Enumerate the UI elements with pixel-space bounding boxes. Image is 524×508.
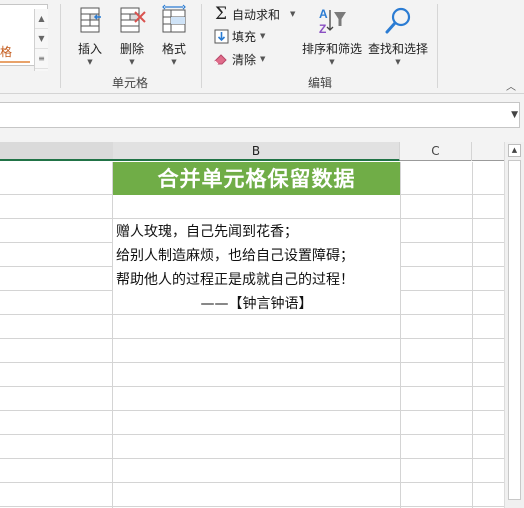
vertical-scrollbar[interactable]: ▲ <box>504 142 524 508</box>
sort-filter-button[interactable]: A Z 排序和筛选 ▼ <box>300 4 364 67</box>
grid-line <box>400 290 504 291</box>
formula-bar-area: ▼ <box>0 94 524 142</box>
group-separator <box>60 4 61 88</box>
gallery-scroll: ▲ ▼ ≡ <box>34 9 48 71</box>
insert-button[interactable]: 插入 ▼ <box>70 4 110 67</box>
expand-formula-bar-icon[interactable]: ▼ <box>511 110 518 120</box>
insert-label: 插入 <box>77 42 102 56</box>
grid-line <box>0 386 504 387</box>
cells-group-label: 单元格 <box>111 76 148 90</box>
grid-line <box>0 458 504 459</box>
grid-line <box>0 362 504 363</box>
grid-line <box>0 338 504 339</box>
column-header-c[interactable]: C <box>400 142 472 161</box>
autosum-button[interactable]: Σ 自动求和 ▼ <box>212 4 295 24</box>
group-separator <box>201 4 202 88</box>
sort-filter-icon: A Z <box>319 7 346 36</box>
column-header-a[interactable] <box>0 142 113 161</box>
svg-text:A: A <box>319 7 328 21</box>
title-cell[interactable]: 合并单元格保留数据 <box>113 162 400 195</box>
column-header-b[interactable]: B <box>113 142 400 161</box>
fill-label: 填充 <box>232 29 257 44</box>
fill-down-icon <box>212 29 230 44</box>
cells-area[interactable]: 合并单元格保留数据 赠人玫瑰，自己先闻到花香； 给别人制造麻烦，也给自己设置障碍… <box>0 162 504 508</box>
column-header-d[interactable] <box>472 142 504 161</box>
scrollbar-thumb[interactable] <box>508 160 521 500</box>
delete-label: 删除 <box>119 42 144 56</box>
sort-filter-label: 排序和筛选 <box>301 42 362 56</box>
chevron-down-icon: ▼ <box>260 32 266 40</box>
grid-line <box>0 506 504 507</box>
autosum-label: 自动求和 <box>232 7 281 22</box>
grid-line <box>0 410 504 411</box>
collapse-ribbon-icon[interactable]: ︿ <box>506 78 516 93</box>
delete-cells-icon <box>120 7 146 33</box>
grid-line <box>0 242 112 243</box>
format-cells-icon <box>162 4 186 33</box>
magnifier-icon <box>385 7 411 34</box>
find-select-label: 查找和选择 <box>367 42 428 56</box>
chevron-down-icon: ▼ <box>395 58 401 66</box>
grid-line <box>112 162 113 508</box>
clear-label: 清除 <box>232 52 257 67</box>
chevron-down-icon: ▼ <box>329 58 335 66</box>
delete-button[interactable]: 删除 ▼ <box>112 4 152 67</box>
chevron-down-icon: ▼ <box>290 10 296 18</box>
grid-line <box>0 482 504 483</box>
clear-button[interactable]: 清除 ▼ <box>212 49 265 69</box>
group-separator <box>437 4 438 88</box>
poem-line-1[interactable]: 赠人玫瑰，自己先闻到花香； <box>116 221 298 243</box>
column-headers: B C <box>0 142 504 161</box>
format-button[interactable]: 格式 ▼ <box>154 4 194 67</box>
find-select-button[interactable]: 查找和选择 ▼ <box>366 4 430 67</box>
grid-line <box>0 218 504 219</box>
cell-style-swatch[interactable]: 格 <box>0 43 12 60</box>
gallery-down-icon[interactable]: ▼ <box>35 29 48 49</box>
grid-line <box>400 242 504 243</box>
formula-input[interactable] <box>0 102 520 128</box>
poem-line-2[interactable]: 给别人制造麻烦，也给自己设置障碍； <box>116 245 354 267</box>
gallery-up-icon[interactable]: ▲ <box>35 9 48 29</box>
chevron-down-icon: ▼ <box>260 55 266 63</box>
scroll-up-icon[interactable]: ▲ <box>508 144 521 157</box>
sigma-icon: Σ <box>214 4 228 24</box>
attribution-line[interactable]: ——【钟言钟语】 <box>113 293 400 315</box>
svg-text:Z: Z <box>319 22 326 36</box>
gallery-more-icon[interactable]: ≡ <box>35 49 48 69</box>
grid-line <box>0 290 112 291</box>
grid-line <box>0 266 112 267</box>
cell-styles-gallery[interactable]: 格 ▲ ▼ ≡ <box>0 4 48 71</box>
grid-line <box>400 162 401 508</box>
chevron-down-icon: ▼ <box>87 58 93 66</box>
editing-group-label: 编辑 <box>307 76 332 90</box>
ribbon: 格 ▲ ▼ ≡ 插入 ▼ 删除 ▼ 格式 ▼ 单元格 Σ 自动求和 ▼ 填充 ▼… <box>0 0 524 94</box>
eraser-icon <box>212 52 230 66</box>
grid-line <box>0 434 504 435</box>
format-label: 格式 <box>161 42 186 56</box>
fill-button[interactable]: 填充 ▼ <box>212 26 265 46</box>
cell-style-underline <box>0 61 30 63</box>
poem-line-3[interactable]: 帮助他人的过程正是成就自己的过程！ <box>116 269 354 291</box>
chevron-down-icon: ▼ <box>129 58 135 66</box>
chevron-down-icon: ▼ <box>171 58 177 66</box>
insert-cells-icon <box>80 7 101 33</box>
grid-line <box>472 162 473 508</box>
grid-line <box>400 266 504 267</box>
worksheet-grid: B C 合并单元格保留数据 赠人玫瑰，自己先闻到花香； 给别人制造麻烦，也给自己… <box>0 142 524 508</box>
